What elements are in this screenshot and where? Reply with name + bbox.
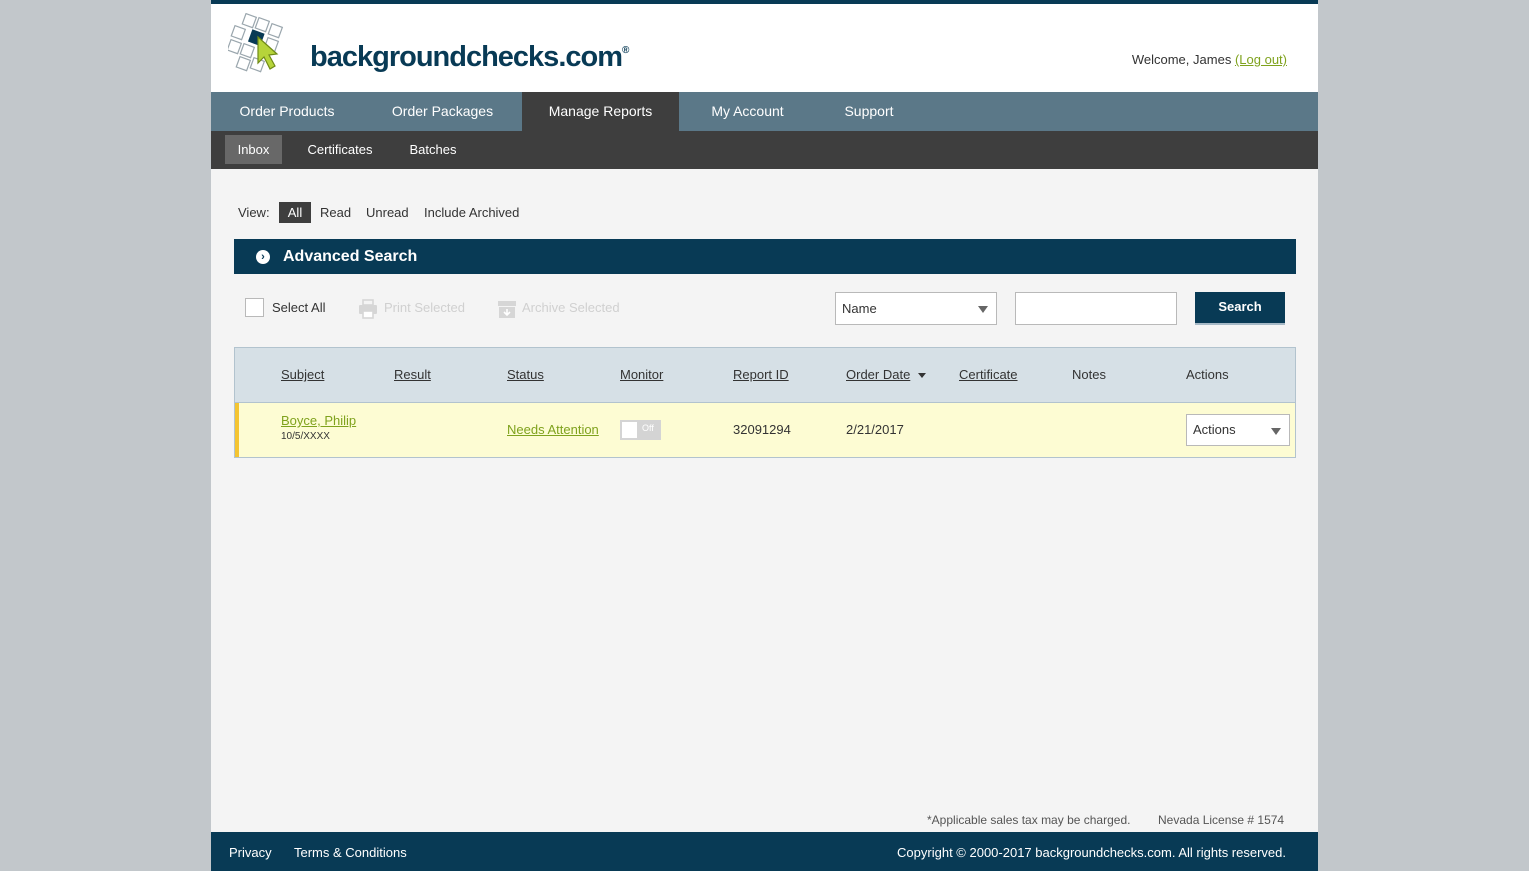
advanced-search-toggle[interactable]: › Advanced Search	[234, 239, 1296, 274]
site-footer: Privacy Terms & Conditions Copyright © 2…	[211, 832, 1318, 871]
column-subject[interactable]: Subject	[281, 367, 324, 382]
print-selected-label: Print Selected	[384, 300, 465, 315]
row-actions-select[interactable]: Actions	[1186, 414, 1290, 446]
sales-tax-note: *Applicable sales tax may be charged.	[927, 813, 1131, 827]
view-label: View:	[238, 205, 270, 220]
site-logo[interactable]: backgroundchecks.com®	[228, 13, 629, 75]
nav-manage-reports[interactable]: Manage Reports	[522, 92, 679, 131]
archive-box-icon	[498, 301, 516, 318]
status-link[interactable]: Needs Attention	[507, 422, 599, 437]
column-status[interactable]: Status	[507, 367, 544, 382]
archive-selected-label: Archive Selected	[522, 300, 620, 315]
report-toolbar: Select All Print Selected Archive Select…	[211, 290, 1318, 326]
caret-down-icon	[918, 373, 927, 379]
subnav-inbox[interactable]: Inbox	[225, 135, 282, 164]
select-all-label[interactable]: Select All	[272, 300, 325, 315]
subject-link[interactable]: Boyce, Philip	[281, 413, 356, 428]
page: backgroundchecks.com® Welcome, James (Lo…	[211, 0, 1318, 871]
table-row: Boyce, Philip 10/5/XXXX Needs Attention …	[235, 403, 1295, 457]
monitor-toggle[interactable]: Off	[620, 420, 661, 440]
nav-order-products[interactable]: Order Products	[211, 92, 363, 131]
column-notes: Notes	[1072, 367, 1106, 382]
subnav-certificates[interactable]: Certificates	[299, 135, 381, 164]
license-note: Nevada License # 1574	[1158, 813, 1285, 827]
order-date-cell: 2/21/2017	[846, 422, 904, 437]
column-actions: Actions	[1186, 367, 1229, 382]
main-navigation: Order Products Order Packages Manage Rep…	[211, 92, 1318, 131]
footer-terms-link[interactable]: Terms & Conditions	[294, 845, 407, 860]
toggle-knob	[622, 422, 637, 438]
column-order-date[interactable]: Order Date	[846, 367, 910, 382]
chevron-right-circle-icon: ›	[256, 250, 270, 264]
column-report-id[interactable]: Report ID	[733, 367, 789, 382]
logo-wordmark: backgroundchecks.com®	[310, 41, 629, 73]
nav-support[interactable]: Support	[816, 92, 922, 131]
column-monitor[interactable]: Monitor	[620, 367, 663, 382]
logo-icon	[228, 13, 284, 73]
logout-link[interactable]: (Log out)	[1235, 52, 1287, 67]
column-result[interactable]: Result	[394, 367, 431, 382]
column-order-date-wrap[interactable]: Order Date	[846, 367, 927, 382]
view-option-read[interactable]: Read	[320, 202, 351, 223]
search-field-select[interactable]: Name	[835, 292, 997, 325]
user-name: James	[1193, 52, 1232, 67]
footer-privacy-link[interactable]: Privacy	[229, 845, 272, 860]
printer-icon	[359, 299, 377, 319]
subnav-batches[interactable]: Batches	[400, 135, 466, 164]
table-header: Subject Result Status Monitor Report ID …	[235, 348, 1295, 403]
attention-flag	[235, 403, 239, 457]
reports-table: Subject Result Status Monitor Report ID …	[234, 347, 1296, 458]
triangle-down-icon	[978, 306, 988, 313]
search-button[interactable]: Search	[1195, 292, 1285, 325]
select-all-checkbox[interactable]	[245, 298, 264, 317]
nav-my-account[interactable]: My Account	[679, 92, 816, 131]
sub-navigation: Inbox Certificates Batches	[211, 131, 1318, 169]
welcome-message: Welcome, James (Log out)	[1131, 52, 1287, 67]
view-option-unread[interactable]: Unread	[366, 202, 409, 223]
column-certificate[interactable]: Certificate	[959, 367, 1018, 382]
toggle-state-label: Off	[642, 423, 654, 433]
search-field-value: Name	[842, 301, 877, 316]
view-option-all[interactable]: All	[279, 202, 311, 223]
search-input[interactable]	[1015, 292, 1177, 325]
site-header: backgroundchecks.com® Welcome, James (Lo…	[211, 4, 1318, 92]
footer-copyright: Copyright © 2000-2017 backgroundchecks.c…	[897, 845, 1286, 860]
nav-order-packages[interactable]: Order Packages	[363, 92, 522, 131]
subject-dob: 10/5/XXXX	[281, 431, 330, 442]
row-actions-value: Actions	[1193, 422, 1236, 437]
report-id-cell: 32091294	[733, 422, 791, 437]
view-option-include-archived[interactable]: Include Archived	[424, 202, 519, 223]
advanced-search-label: Advanced Search	[283, 248, 418, 265]
triangle-down-icon	[1271, 428, 1281, 435]
